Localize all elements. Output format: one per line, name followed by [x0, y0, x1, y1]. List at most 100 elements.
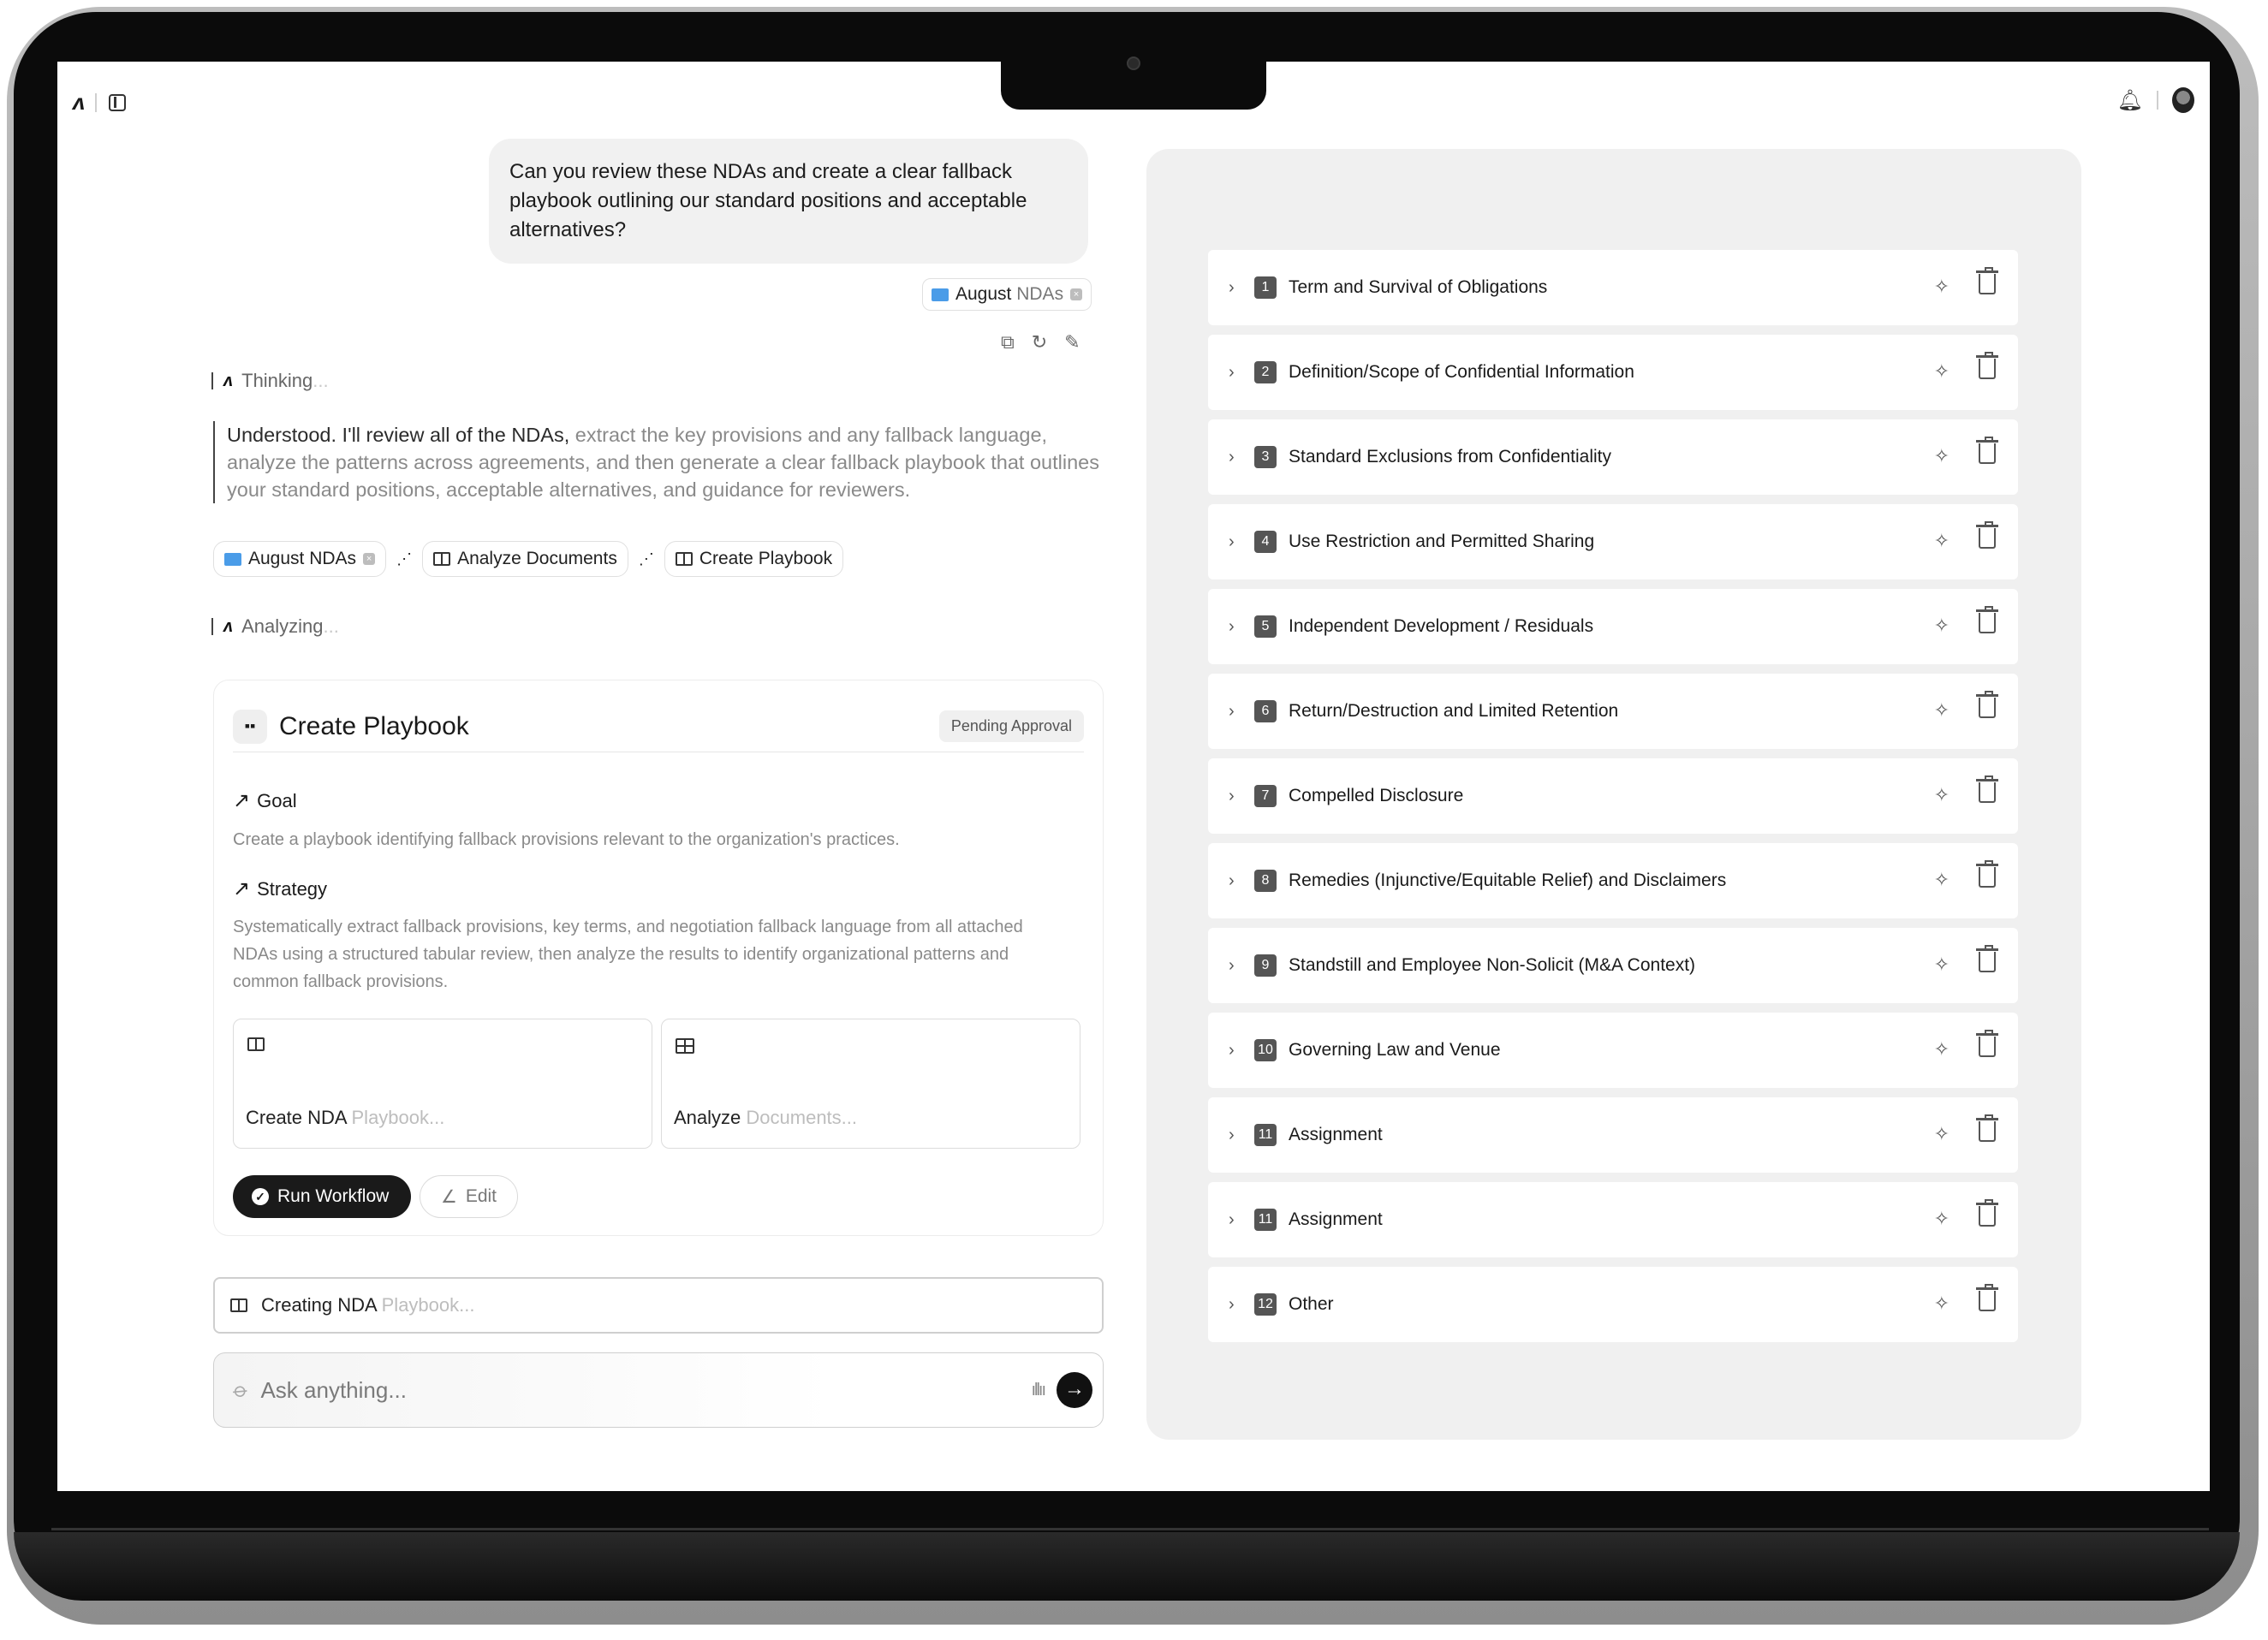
- section-title: Assignment: [1289, 1125, 1383, 1144]
- chevron-right-icon[interactable]: ›: [1229, 1210, 1254, 1230]
- camera: [1127, 56, 1140, 70]
- arrow-up-right-icon: ↗: [233, 789, 251, 812]
- logo-icon[interactable]: ʌ: [73, 89, 86, 116]
- playbook-section-row[interactable]: › 9 Standstill and Employee Non-Solicit (M…: [1208, 928, 2018, 1003]
- edit-button[interactable]: ∠ Edit: [420, 1175, 519, 1218]
- playbook-section-row[interactable]: › 3 Standard Exclusions from Confidentiali…: [1208, 419, 2018, 495]
- playbook-section-row[interactable]: › 8 Remedies (Injunctive/Equitable Relief)…: [1208, 843, 2018, 918]
- playbook-section-row[interactable]: › 5 Independent Development / Residuals ✧: [1208, 589, 2018, 664]
- paperclip-icon[interactable]: ⌀: [228, 1376, 253, 1404]
- sparkle-icon[interactable]: ✧: [1934, 530, 1950, 552]
- chevron-right-icon[interactable]: ›: [1229, 956, 1254, 976]
- step-source-chip[interactable]: August NDAs ×: [213, 541, 387, 577]
- chevron-right-icon[interactable]: ›: [1229, 871, 1254, 891]
- sparkle-icon[interactable]: ✧: [1934, 784, 1950, 806]
- sparkle-icon[interactable]: ✧: [1934, 615, 1950, 637]
- chevron-right-icon[interactable]: ›: [1229, 363, 1254, 383]
- book-icon: [433, 552, 451, 566]
- edit-icon: ∠: [441, 1186, 457, 1207]
- playbook-section-row[interactable]: › 10 Governing Law and Venue ✧: [1208, 1013, 2018, 1088]
- section-title: Standstill and Employee Non-Solicit (M&A…: [1289, 955, 1696, 975]
- sparkle-icon[interactable]: ✧: [1934, 1208, 1950, 1230]
- attachment-chip[interactable]: August NDAs ×: [922, 278, 1092, 311]
- send-arrow-icon[interactable]: →: [1057, 1372, 1092, 1408]
- trash-icon[interactable]: [1976, 352, 1998, 379]
- section-number-badge: 12: [1254, 1293, 1277, 1316]
- message-actions: ⧉ ↻ ✎: [1001, 331, 1080, 354]
- connector-icon: ⋰: [396, 550, 413, 567]
- trash-icon[interactable]: [1976, 606, 1998, 633]
- analyzing-label: Analyzing...: [241, 615, 339, 637]
- logo-icon: ʌ: [223, 371, 233, 390]
- status-bar: [211, 618, 213, 635]
- chat-input[interactable]: ⌀ Ask anything... ıllıı →: [213, 1352, 1104, 1428]
- chevron-right-icon[interactable]: ›: [1229, 448, 1254, 467]
- waveform-icon[interactable]: ıllıı: [1031, 1381, 1046, 1400]
- avatar[interactable]: [2172, 87, 2194, 113]
- section-number-badge: 1: [1254, 276, 1277, 299]
- sparkle-icon[interactable]: ✧: [1934, 1038, 1950, 1061]
- section-title: Assignment: [1289, 1209, 1383, 1229]
- trash-icon[interactable]: [1976, 945, 1998, 972]
- chat-input-placeholder[interactable]: Ask anything...: [260, 1377, 407, 1404]
- goal-text: Create a playbook identifying fallback p…: [233, 830, 900, 849]
- chevron-right-icon[interactable]: ›: [1229, 702, 1254, 722]
- assistant-message: Understood. I'll review all of the NDAs,…: [213, 421, 1104, 503]
- sparkle-icon[interactable]: ✧: [1934, 869, 1950, 891]
- copy-icon[interactable]: ⧉: [1001, 331, 1015, 354]
- create-playbook-card: ▪▪ Create Playbook Pending Approval ↗ Go…: [213, 680, 1104, 1236]
- sparkle-icon[interactable]: ✧: [1934, 699, 1950, 722]
- run-workflow-button[interactable]: ✓ Run Workflow: [233, 1175, 412, 1218]
- refresh-icon[interactable]: ↻: [1032, 331, 1047, 354]
- sparkle-icon[interactable]: ✧: [1934, 276, 1950, 298]
- goal-label: Goal: [257, 789, 297, 811]
- playbook-section-row[interactable]: › 4 Use Restriction and Permitted Sharing ✧: [1208, 504, 2018, 579]
- chevron-right-icon[interactable]: ›: [1229, 1295, 1254, 1315]
- sparkle-icon[interactable]: ✧: [1934, 1292, 1950, 1315]
- trash-icon[interactable]: [1976, 267, 1998, 294]
- chevron-right-icon[interactable]: ›: [1229, 278, 1254, 298]
- trash-icon[interactable]: [1976, 1199, 1998, 1227]
- section-title: Governing Law and Venue: [1289, 1040, 1501, 1060]
- bell-icon[interactable]: 🔔︎: [2117, 88, 2143, 113]
- divider: [2157, 91, 2158, 110]
- trash-icon[interactable]: [1976, 1284, 1998, 1311]
- sidebar-toggle-icon[interactable]: [109, 93, 127, 111]
- chevron-right-icon[interactable]: ›: [1229, 617, 1254, 637]
- playbook-section-row[interactable]: › 6 Return/Destruction and Limited Retenti…: [1208, 674, 2018, 749]
- trash-icon[interactable]: [1976, 775, 1998, 803]
- trash-icon[interactable]: [1976, 691, 1998, 718]
- playbook-section-row[interactable]: › 12 Other ✧: [1208, 1267, 2018, 1342]
- chevron-right-icon[interactable]: ›: [1229, 787, 1254, 806]
- step-analyze-chip[interactable]: Analyze Documents: [422, 541, 628, 577]
- workflow-card-analyze[interactable]: Analyze Documents...: [661, 1019, 1080, 1149]
- trash-icon[interactable]: [1976, 1030, 1998, 1057]
- workflow-analyze-label: Analyze Documents...: [674, 1107, 857, 1128]
- workflow-card-create[interactable]: Create NDA Playbook...: [233, 1019, 652, 1149]
- playbook-section-row[interactable]: › 1 Term and Survival of Obligations ✧: [1208, 250, 2018, 325]
- trash-icon[interactable]: [1976, 437, 1998, 464]
- trash-icon[interactable]: [1976, 1114, 1998, 1142]
- close-icon[interactable]: ×: [363, 553, 376, 565]
- playbook-section-row[interactable]: › 2 Definition/Scope of Confidential Infor…: [1208, 335, 2018, 410]
- chevron-right-icon[interactable]: ›: [1229, 532, 1254, 552]
- chevron-right-icon[interactable]: ›: [1229, 1041, 1254, 1061]
- playbook-section-row[interactable]: › 11 Assignment ✧: [1208, 1097, 2018, 1173]
- close-icon[interactable]: ×: [1070, 288, 1083, 300]
- edit-icon[interactable]: ✎: [1064, 331, 1080, 354]
- playbook-section-row[interactable]: › 11 Assignment ✧: [1208, 1182, 2018, 1257]
- folder-icon: [932, 288, 949, 301]
- strategy-heading: ↗ Strategy: [233, 876, 327, 901]
- sparkle-icon[interactable]: ✧: [1934, 1123, 1950, 1145]
- playbook-section-row[interactable]: › 7 Compelled Disclosure ✧: [1208, 758, 2018, 834]
- trash-icon[interactable]: [1976, 860, 1998, 888]
- section-title: Standard Exclusions from Confidentiality: [1289, 447, 1612, 466]
- step-create-chip[interactable]: Create Playbook: [664, 541, 844, 577]
- chevron-right-icon[interactable]: ›: [1229, 1126, 1254, 1145]
- sparkle-icon[interactable]: ✧: [1934, 360, 1950, 383]
- section-number-badge: 4: [1254, 531, 1277, 553]
- sparkle-icon[interactable]: ✧: [1934, 445, 1950, 467]
- sparkle-icon[interactable]: ✧: [1934, 954, 1950, 976]
- trash-icon[interactable]: [1976, 521, 1998, 549]
- section-number-badge: 2: [1254, 361, 1277, 383]
